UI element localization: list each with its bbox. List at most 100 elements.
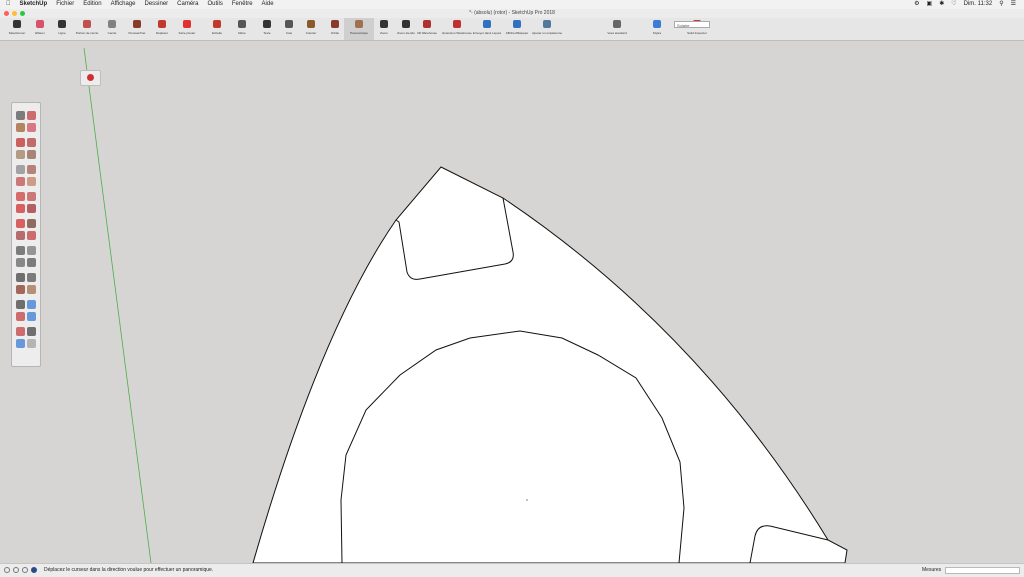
window-title: *- (absolu) (rotor) - SketchUp Pro 2018 [469,10,555,16]
toolbar-item-layout[interactable]: Envoyer dans Layout [472,18,502,40]
zoom-window-icon[interactable] [27,300,36,309]
section-plane-icon[interactable] [27,339,36,348]
toolbar-label: Afficher/Masquer [505,31,529,35]
text-icon[interactable] [27,258,36,267]
follow-me-icon[interactable] [27,219,36,228]
rotor-face [252,166,848,564]
position-camera-icon[interactable] [16,327,25,336]
toolbar-item-rotate[interactable]: Faire pivoter [172,18,202,40]
protractor-icon[interactable] [16,258,25,267]
instructor-icon[interactable] [31,567,37,573]
pencil-icon[interactable] [16,138,25,147]
zoom-window-button[interactable] [20,11,25,16]
move-icon[interactable] [16,204,25,213]
bluetooth-icon[interactable]: ✱ [939,0,944,9]
toolbar-item-warehouse[interactable]: 3D Warehouse [412,18,442,40]
window-title-bar: *- (absolu) (rotor) - SketchUp Pro 2018 [0,9,1024,18]
select-icon[interactable] [16,111,25,120]
status-bar: Déplacez le curseur dans la direction vo… [0,563,1024,577]
zoom-extents-icon [402,20,410,28]
styles-icon [653,20,661,28]
menu-fichier[interactable]: Fichier [56,0,74,9]
menu-aide[interactable]: Aide [262,0,274,9]
paint-icon[interactable] [27,111,36,120]
credits-icon[interactable] [13,567,19,573]
gear-icon[interactable]: ⚙ [914,0,919,9]
tape-icon[interactable] [16,246,25,255]
menu-outils[interactable]: Outils [208,0,223,9]
zoom-icon[interactable] [16,300,25,309]
rotated-rectangle-icon[interactable] [27,150,36,159]
previous-view-icon[interactable] [27,312,36,321]
geo-location-icon[interactable] [4,567,10,573]
offset-icon[interactable] [27,231,36,240]
scale-icon [213,20,221,28]
large-tool-set-palette [11,102,41,367]
minimize-window-button[interactable] [12,11,17,16]
paint-bucket-icon [307,20,315,28]
zoom-extents-icon[interactable] [16,312,25,321]
scale-icon[interactable] [16,231,25,240]
app-name-menu[interactable]: SketchUp [20,0,48,9]
axes-icon[interactable] [16,273,25,282]
rectangle-icon[interactable] [16,150,25,159]
toolbar-label: Styles [652,31,662,35]
dimension-icon [285,20,293,28]
pie-icon[interactable] [27,177,36,186]
orbit-icon[interactable] [16,285,25,294]
close-window-button[interactable] [4,11,9,16]
toolbar-label: Envoyer dans Layout [472,31,502,35]
menu-camera[interactable]: Caméra [177,0,198,9]
polygon-icon[interactable] [27,165,36,174]
push-pull-icon [133,20,141,28]
menu-edition[interactable]: Édition [83,0,101,9]
circle-icon[interactable] [16,165,25,174]
eraser-icon[interactable] [16,123,25,132]
user-icon[interactable] [22,567,28,573]
toolbar-item-standard-views[interactable]: Vues standard [602,18,632,40]
toolbar-label: Extension Warehouse [442,31,472,35]
menu-affichage[interactable]: Affichage [111,0,136,9]
floating-toolbar[interactable] [80,70,101,86]
notification-center-icon[interactable]: ☰ [1011,0,1016,9]
spotlight-search-icon[interactable]: ⚲ [999,0,1003,9]
toolbar-item-location[interactable]: Ajouter un emplacement [532,18,562,40]
orbit-icon [331,20,339,28]
menu-clock[interactable]: Dim. 11:32 [964,0,993,9]
center-point [526,499,528,501]
rotate-icon[interactable] [16,219,25,228]
model-canvas[interactable] [0,40,1024,564]
warehouse-icon [423,20,431,28]
status-message: Déplacez le curseur dans la direction vo… [44,567,214,573]
menu-fenetre[interactable]: Fenêtre [232,0,253,9]
freehand-icon[interactable] [27,138,36,147]
dimension-icon[interactable] [27,246,36,255]
display-icon[interactable]: ▣ [927,0,933,9]
wifi-icon[interactable]: ♡ [951,0,956,9]
style-select[interactable]: Solaire [674,21,710,28]
solid-inspector-icon[interactable] [87,74,94,81]
green-axis-line [83,47,152,564]
toolbar-item-styles[interactable]: Styles [642,18,672,40]
rotate-icon [183,20,191,28]
pan-hand-icon [355,20,363,28]
pan-icon[interactable] [27,285,36,294]
measures-input[interactable] [945,567,1020,574]
tag-icon[interactable] [27,123,36,132]
arc-icon[interactable] [16,177,25,186]
two-point-arc-icon[interactable] [16,192,25,201]
walk-icon[interactable] [27,327,36,336]
model-viewport[interactable] [0,40,1024,564]
apple-logo-icon[interactable]:  [6,0,11,9]
toolbar-item-toggle[interactable]: Afficher/Masquer [502,18,532,40]
circle-icon [108,20,116,28]
look-around-icon[interactable] [16,339,25,348]
tape-measure-icon [238,20,246,28]
push-pull-icon[interactable] [27,204,36,213]
menu-dessiner[interactable]: Dessiner [144,0,168,9]
three-point-arc-icon[interactable] [27,192,36,201]
toolbar-label: Vues standard [607,31,627,35]
move-icon [158,20,166,28]
3d-text-icon[interactable] [27,273,36,282]
toolbar-item-extension[interactable]: Extension Warehouse [442,18,472,40]
